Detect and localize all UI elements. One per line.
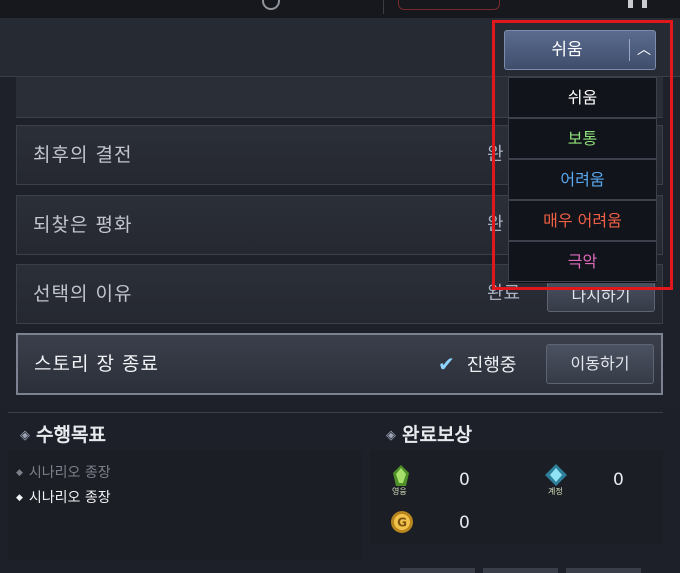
section-divider: [8, 412, 663, 413]
reward-caption: 영웅: [392, 487, 407, 496]
divider: [383, 0, 384, 14]
gold-icon: G: [391, 511, 413, 533]
rewards-heading: ◈ 완료보상: [386, 424, 472, 446]
reward-value: 0: [613, 470, 624, 490]
chapter-title: 최후의 결전: [33, 144, 133, 166]
crystal-icon: [545, 464, 567, 486]
bottom-tab[interactable]: [400, 568, 475, 573]
chapter-title: 선택의 이유: [33, 283, 133, 305]
chapter-title: 되찾은 평화: [33, 214, 133, 236]
chapter-row-current[interactable]: 스토리 장 종료 ✔ 진행중 이동하기: [16, 333, 663, 395]
currency-icon: [262, 0, 280, 10]
hero-icon: [393, 465, 409, 486]
objective-item: ◆ 시나리오 종장: [16, 490, 111, 506]
chapter-status: ✔ 진행중: [438, 335, 516, 395]
diamond-icon: ◈: [386, 428, 396, 443]
diamond-icon: ◈: [20, 428, 30, 443]
currency-pill: [398, 0, 500, 10]
bottom-tab[interactable]: [566, 568, 641, 573]
objective-item: ◆ 시나리오 종장: [16, 465, 111, 481]
pause-icon[interactable]: [628, 0, 650, 8]
reward-value: 0: [459, 513, 470, 533]
bottom-tab[interactable]: [483, 568, 558, 573]
objectives-heading: ◈ 수행목표: [20, 424, 106, 446]
chapter-title: 스토리 장 종료: [34, 353, 159, 375]
reward-caption: 계정: [548, 487, 563, 496]
svg-text:G: G: [397, 516, 407, 530]
move-button[interactable]: 이동하기: [546, 344, 654, 384]
highlight-box: [492, 20, 673, 290]
top-status-bar: [0, 0, 680, 18]
reward-value: 0: [459, 470, 470, 490]
checkmark-icon: ✔: [438, 352, 455, 376]
